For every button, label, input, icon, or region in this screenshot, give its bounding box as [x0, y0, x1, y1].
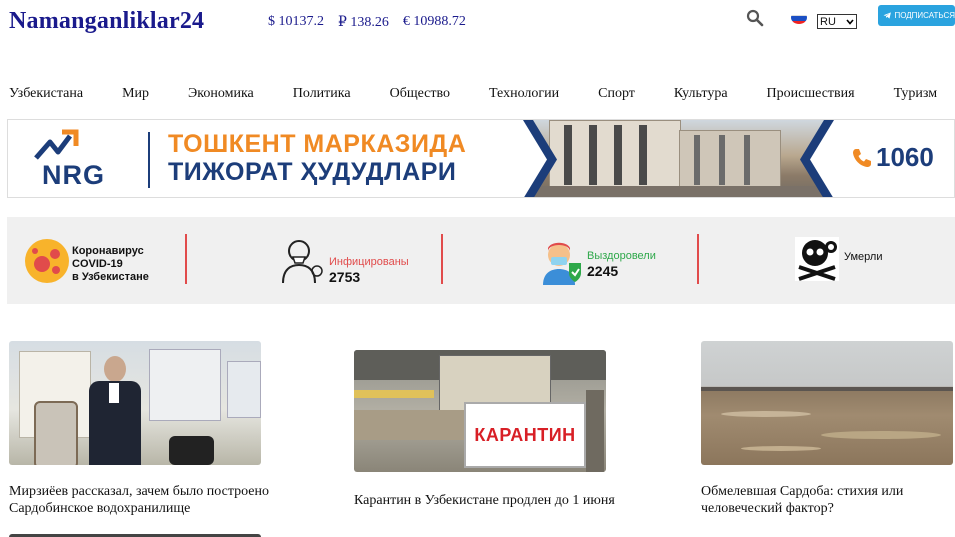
covid-separator — [185, 234, 187, 284]
covid-stats-widget: Коронавирус COVID-19 в Узбекистане Инфиц… — [7, 217, 955, 304]
nav-item-uzbekistan[interactable]: Узбекистана — [9, 86, 83, 104]
building-photo — [519, 120, 837, 197]
nav-item-tourism[interactable]: Туризм — [894, 86, 938, 104]
main-nav: Узбекистана Мир Экономика Политика Общес… — [9, 86, 955, 104]
nav-item-culture[interactable]: Культура — [674, 86, 728, 104]
infected-stat: Инфицированы 2753 — [329, 256, 409, 285]
chevron-right-decoration — [800, 120, 838, 197]
infected-label: Инфицированы — [329, 256, 409, 268]
recovered-label: Выздоровели — [587, 250, 656, 262]
brand-name: NRG — [42, 160, 105, 190]
rate-rub: ₽ 138.26 — [338, 15, 389, 30]
chevron-down-icon — [846, 18, 854, 25]
infected-count: 2753 — [329, 269, 361, 285]
news-image[interactable] — [701, 341, 953, 465]
quarantine-sign-text: КАРАНТИН — [474, 424, 576, 445]
nav-item-society[interactable]: Общество — [390, 86, 450, 104]
covid-title: Коронавирус COVID-19 в Узбекистане — [72, 245, 149, 283]
recovered-count: 2245 — [587, 263, 619, 279]
nav-item-politics[interactable]: Политика — [293, 86, 351, 104]
skull-crossbones-icon — [795, 237, 839, 281]
banner-headline-line1: ТОШКЕНТ МАРКАЗИДА — [168, 130, 467, 158]
language-select[interactable]: RU — [817, 14, 857, 29]
rate-eur: € 10988.72 — [402, 14, 466, 29]
infected-person-icon — [282, 240, 323, 284]
nav-item-technology[interactable]: Технологии — [489, 86, 559, 104]
news-image[interactable]: КАРАНТИН — [354, 350, 606, 472]
nav-item-world[interactable]: Мир — [122, 86, 149, 104]
search-icon[interactable] — [746, 9, 764, 27]
telegram-subscribe-button[interactable]: ПОДПИСАТЬСЯ — [878, 5, 955, 26]
news-title[interactable]: Мирзиёев рассказал, зачем было построено… — [9, 483, 299, 517]
telegram-icon — [883, 12, 891, 19]
phone-value: 1060 — [876, 142, 934, 172]
banner-headline-line2: ТИЖОРАТ ҲУДУДЛАРИ — [168, 158, 457, 186]
telegram-label: ПОДПИСАТЬСЯ — [894, 11, 955, 20]
covid-separator — [697, 234, 699, 284]
nav-item-incidents[interactable]: Происшествия — [767, 86, 855, 104]
news-title[interactable]: Карантин в Узбекистане продлен до 1 июня — [354, 492, 654, 509]
chevron-left-decoration — [519, 120, 557, 197]
deaths-label: Умерли — [844, 251, 883, 263]
russia-flag-icon[interactable] — [791, 11, 807, 24]
banner-divider — [148, 132, 150, 188]
recovered-stat: Выздоровели 2245 — [587, 250, 656, 279]
advertisement-banner[interactable]: NRG ТОШКЕНТ МАРКАЗИДА ТИЖОРАТ ҲУДУДЛАРИ … — [7, 119, 955, 198]
nav-item-economy[interactable]: Экономика — [188, 86, 254, 104]
news-title[interactable]: Обмелевшая Сардоба: стихия или человечес… — [701, 483, 951, 517]
rate-usd: $ 10137.2 — [268, 14, 324, 29]
nav-item-sport[interactable]: Спорт — [598, 86, 635, 104]
phone-icon — [853, 148, 871, 167]
language-value: RU — [820, 15, 836, 28]
recovered-person-icon — [543, 242, 581, 285]
news-image[interactable] — [9, 341, 261, 465]
phone-number: 1060 — [850, 142, 934, 173]
virus-icon — [25, 239, 69, 283]
site-logo[interactable]: Namanganliklar24 — [9, 8, 204, 35]
currency-rates: $ 10137.2 ₽ 138.26 € 10988.72 — [268, 14, 466, 31]
covid-separator — [441, 234, 443, 284]
